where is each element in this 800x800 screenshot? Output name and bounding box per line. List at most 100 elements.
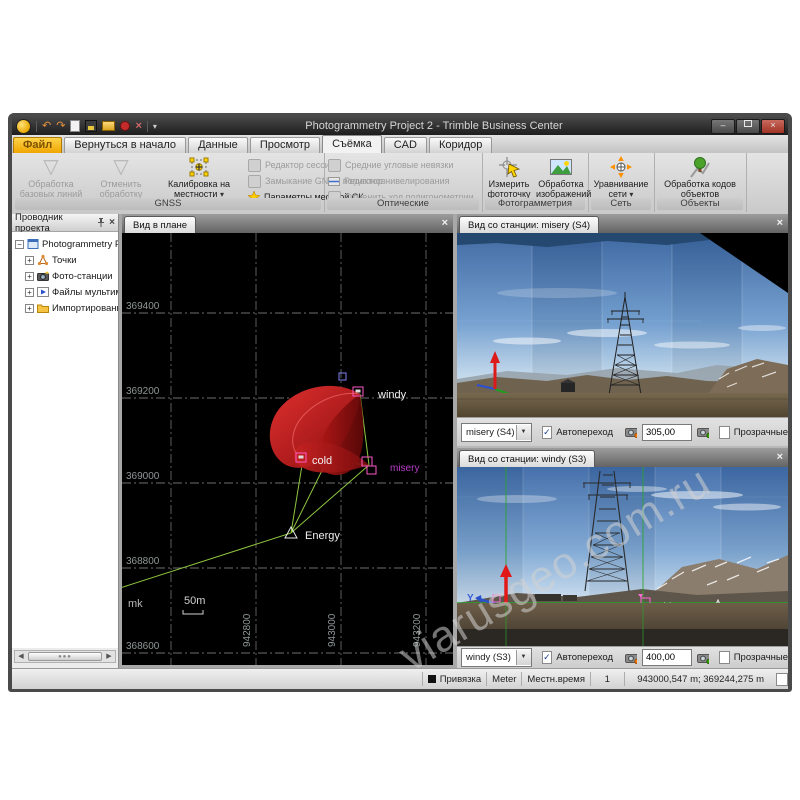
cancel-processing-icon: ▽ — [113, 156, 128, 178]
close-icon[interactable]: × — [442, 217, 448, 230]
dropdown-arrow-icon[interactable]: ▼ — [516, 650, 531, 665]
new-file-icon[interactable] — [70, 120, 80, 132]
close-icon[interactable]: × — [777, 451, 783, 464]
snap-label[interactable]: Привязка — [440, 674, 482, 685]
process-baselines-button[interactable]: ▽ Обработка базовых линий — [16, 155, 86, 199]
status-checkbox[interactable] — [776, 673, 788, 686]
separator — [147, 121, 148, 132]
close-icon[interactable]: × — [109, 217, 115, 228]
expand-icon[interactable]: + — [25, 304, 34, 313]
save-icon[interactable] — [85, 120, 97, 132]
autopan-checkbox[interactable]: ✓ — [542, 426, 553, 439]
plan-view-header: Вид в плане × — [122, 214, 453, 234]
delete-icon[interactable]: × — [135, 121, 141, 132]
ribbon: ▽ Обработка базовых линий ▽ Отменить обр… — [12, 153, 788, 215]
record-icon[interactable] — [120, 121, 130, 131]
tree-item-photo-stations[interactable]: + Фото-станции — [25, 269, 113, 283]
tree-item-points[interactable]: + Точки — [25, 253, 77, 267]
tab-home[interactable]: Вернуться в начало — [64, 137, 186, 153]
close-button[interactable]: × — [761, 119, 785, 134]
station-view-windy-tab[interactable]: Вид со станции: windy (S3) — [459, 450, 595, 468]
camera-glyph — [356, 390, 361, 393]
ribbon-tab-bar: Файл Вернуться в начало Данные Просмотр … — [12, 135, 788, 153]
measure-photo-point-button[interactable]: Измерить фототочку — [484, 155, 534, 199]
process-images-button[interactable]: Обработка изображений — [536, 155, 586, 199]
level-editor-item[interactable]: Редактор нивелирования — [328, 174, 449, 188]
adjust-network-button[interactable]: Уравнивание сети ▾ — [591, 155, 651, 199]
svg-text:50m: 50m — [184, 595, 205, 607]
process-feature-codes-button[interactable]: Обработка кодов объектов — [660, 155, 740, 199]
scroll-right-icon[interactable]: ▶ — [103, 651, 115, 662]
focal-value-input[interactable] — [642, 424, 692, 441]
expand-icon[interactable]: + — [25, 272, 34, 281]
media-icon — [37, 286, 49, 298]
horizontal-scrollbar[interactable]: ◀ ●●● ▶ — [14, 650, 116, 663]
camera-minus-icon[interactable] — [625, 652, 637, 664]
tab-cad[interactable]: CAD — [384, 137, 427, 153]
pin-icon[interactable] — [96, 217, 106, 229]
minimize-button[interactable]: – — [711, 119, 735, 134]
expand-icon[interactable]: + — [25, 288, 34, 297]
tree-item-media-files[interactable]: + Файлы мультимедиа — [25, 285, 118, 299]
collapse-icon[interactable]: − — [15, 240, 24, 249]
workspace: Проводник проекта × − Photogrammetry Pro… — [12, 214, 788, 668]
dropdown-arrow-icon[interactable]: ▼ — [516, 425, 531, 440]
svg-text:cold: cold — [312, 455, 332, 467]
transparent-checkbox[interactable] — [719, 426, 730, 439]
svg-text:misery: misery — [390, 463, 419, 474]
station-view-misery-header: Вид со станции: misery (S4) × — [457, 214, 788, 234]
import-icon[interactable] — [102, 121, 115, 131]
title-bar: ↶ ↷ × ▾ Photogrammetry Project 2 - Trimb… — [12, 117, 788, 135]
plan-view-tab[interactable]: Вид в плане — [124, 216, 196, 234]
tab-data[interactable]: Данные — [188, 137, 248, 153]
project-tree: − Photogrammetry Project 2 + Точки — [12, 232, 118, 648]
undo-icon[interactable]: ↶ — [42, 121, 51, 132]
station-photo-windy[interactable]: Y Energy cold Energy az mk — [457, 467, 788, 646]
svg-text:mk: mk — [128, 598, 143, 610]
app-menu-icon[interactable] — [16, 119, 31, 134]
station-view-misery-tab[interactable]: Вид со станции: misery (S4) — [459, 216, 599, 234]
windy-view-controls: windy (S3)▼ ✓ Автопереход Прозрачные — [457, 646, 788, 668]
station-photo-misery[interactable] — [457, 233, 788, 417]
coordinates-readout: 943000,547 m; 369244,275 m — [630, 674, 772, 685]
svg-text:942800: 942800 — [242, 613, 253, 647]
field — [457, 393, 788, 417]
ribbon-group-objects: Обработка кодов объектов Объекты — [654, 153, 747, 212]
quick-access-toolbar: ↶ ↷ × ▾ — [12, 119, 157, 134]
tab-survey[interactable]: Съёмка — [322, 135, 382, 153]
site-calibration-button[interactable]: Калибровка на местности ▾ — [156, 155, 242, 199]
station-select-misery[interactable]: misery (S4)▼ — [461, 423, 532, 442]
scroll-left-icon[interactable]: ◀ — [15, 651, 27, 662]
autopan-checkbox[interactable]: ✓ — [542, 651, 553, 664]
transparent-checkbox[interactable] — [719, 651, 730, 664]
redo-icon[interactable]: ↷ — [56, 121, 65, 132]
project-explorer-panel: Проводник проекта × − Photogrammetry Pro… — [12, 214, 119, 668]
svg-text:369200: 369200 — [126, 386, 160, 397]
separator — [521, 672, 522, 686]
focal-value-input[interactable] — [642, 649, 692, 666]
snap-indicator-icon — [428, 675, 436, 683]
tab-view[interactable]: Просмотр — [250, 137, 320, 153]
station-select-windy[interactable]: windy (S3)▼ — [461, 648, 532, 667]
time-label[interactable]: Местн.время — [527, 674, 585, 685]
maximize-button[interactable] — [736, 119, 760, 134]
camera-plus-icon[interactable] — [697, 652, 709, 664]
tree-item-imported-files[interactable]: + Импортированные фа — [25, 301, 118, 315]
plan-view-canvas[interactable]: 369400 369200 369000 368800 368600 94280… — [122, 233, 453, 665]
expand-icon[interactable]: + — [25, 256, 34, 265]
session-editor-item[interactable]: Редактор сессии — [248, 158, 335, 172]
tab-file[interactable]: Файл — [13, 137, 62, 153]
mean-angles-item[interactable]: Средние угловые невязки — [328, 158, 453, 172]
units-label[interactable]: Meter — [492, 674, 516, 685]
camera-plus-icon[interactable] — [697, 426, 709, 438]
tree-item-project-root[interactable]: − Photogrammetry Project 2 — [15, 237, 118, 251]
separator — [486, 672, 487, 686]
scrollbar-thumb[interactable]: ●●● — [28, 652, 102, 661]
camera-minus-icon[interactable] — [625, 426, 637, 438]
cancel-processing-button[interactable]: ▽ Отменить обработку — [88, 155, 154, 199]
tab-corridor[interactable]: Коридор — [429, 137, 492, 153]
maximize-icon — [744, 120, 752, 127]
adjust-network-icon — [609, 155, 633, 179]
svg-text:943000: 943000 — [327, 613, 338, 647]
close-icon[interactable]: × — [777, 217, 783, 230]
